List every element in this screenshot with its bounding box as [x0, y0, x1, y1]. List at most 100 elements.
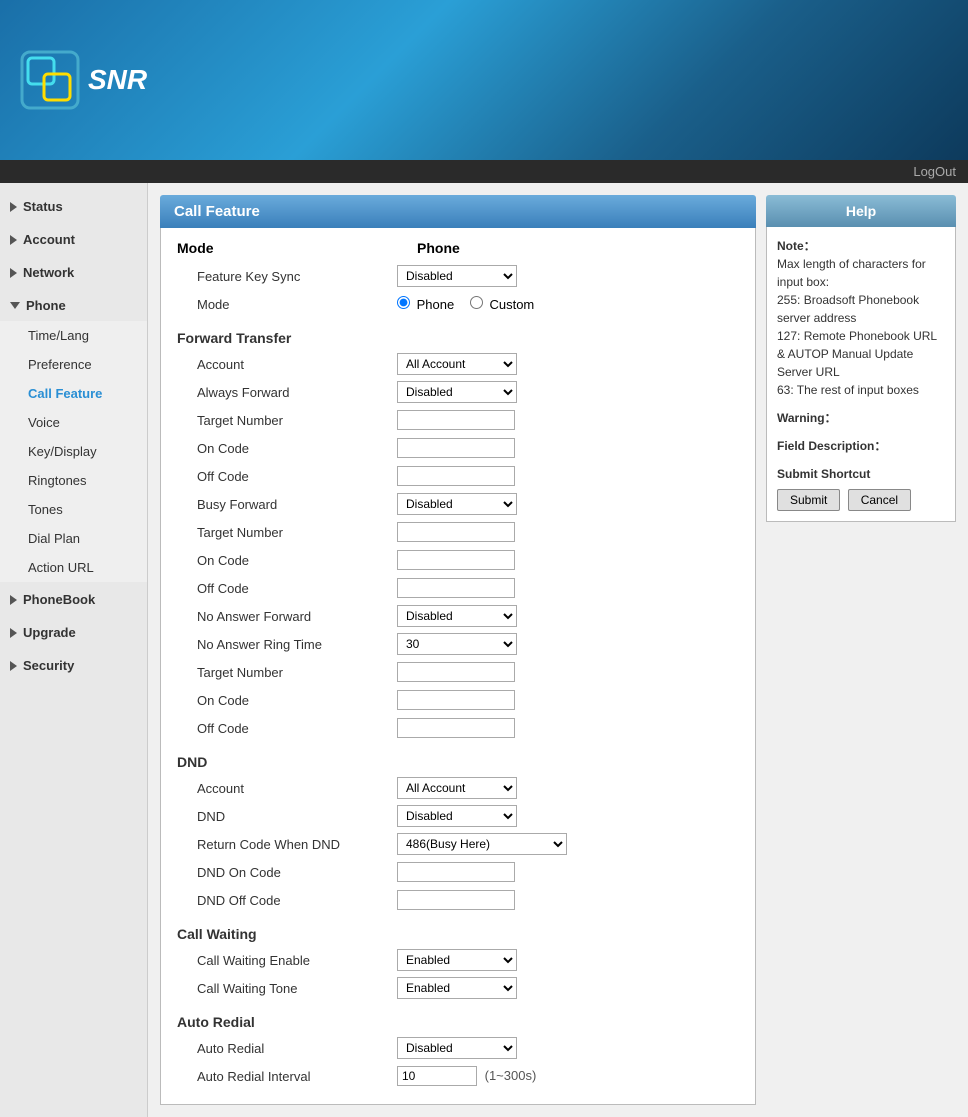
dnd-account-control: All Account Account 1 Account 2	[397, 777, 739, 799]
custom-radio[interactable]	[470, 296, 483, 309]
dnd-account-row: Account All Account Account 1 Account 2	[177, 776, 739, 800]
auto-redial-interval-hint: (1~300s)	[485, 1068, 537, 1083]
phone-radio-label[interactable]: Phone	[397, 297, 458, 312]
phone-radio[interactable]	[397, 296, 410, 309]
always-off-code-label: Off Code	[177, 469, 397, 484]
always-forward-select[interactable]: Disabled Enabled	[397, 381, 517, 403]
triangle-icon-phonebook	[10, 595, 17, 605]
forward-account-label: Account	[177, 357, 397, 372]
dnd-account-label: Account	[177, 781, 397, 796]
phone-column-label: Phone	[417, 240, 460, 256]
noanswer-target-label: Target Number	[177, 665, 397, 680]
always-target-control	[397, 410, 739, 430]
noanswer-target-row: Target Number	[177, 660, 739, 684]
busy-off-code-label: Off Code	[177, 581, 397, 596]
auto-redial-section-title: Auto Redial	[177, 1010, 739, 1030]
no-answer-ring-time-select[interactable]: 30 15 20 25 35	[397, 633, 517, 655]
always-target-input[interactable]	[397, 410, 515, 430]
no-answer-forward-select[interactable]: Disabled Enabled	[397, 605, 517, 627]
sidebar-label-status: Status	[23, 199, 63, 214]
busy-forward-select[interactable]: Disabled Enabled	[397, 493, 517, 515]
sidebar-item-security[interactable]: Security	[0, 650, 147, 681]
mode-label: Mode	[177, 240, 357, 256]
sidebar-child-ringtones[interactable]: Ringtones	[0, 466, 147, 495]
submit-button[interactable]: Submit	[777, 489, 840, 511]
dnd-account-select[interactable]: All Account Account 1 Account 2	[397, 777, 517, 799]
noanswer-target-input[interactable]	[397, 662, 515, 682]
call-waiting-section-title: Call Waiting	[177, 922, 739, 942]
busy-on-code-input[interactable]	[397, 550, 515, 570]
sidebar-item-phone[interactable]: Phone	[0, 290, 147, 321]
sidebar-label-phone: Phone	[26, 298, 66, 313]
custom-radio-label[interactable]: Custom	[470, 297, 534, 312]
sidebar-section-status: Status	[0, 191, 147, 222]
sidebar-child-tones[interactable]: Tones	[0, 495, 147, 524]
auto-redial-row: Auto Redial Disabled Enabled	[177, 1036, 739, 1060]
busy-target-input[interactable]	[397, 522, 515, 542]
main-panel: Call Feature Mode Phone Feature Key Sync…	[160, 195, 756, 1105]
sidebar-section-account: Account	[0, 224, 147, 255]
help-title: Help	[766, 195, 956, 227]
noanswer-off-code-input[interactable]	[397, 718, 515, 738]
sidebar-child-dial-plan[interactable]: Dial Plan	[0, 524, 147, 553]
triangle-icon-network	[10, 268, 17, 278]
sidebar-section-phone: Phone Time/Lang Preference Call Feature …	[0, 290, 147, 582]
always-off-code-control	[397, 466, 739, 486]
busy-on-code-row: On Code	[177, 548, 739, 572]
always-on-code-input[interactable]	[397, 438, 515, 458]
noanswer-on-code-input[interactable]	[397, 690, 515, 710]
sidebar-item-network[interactable]: Network	[0, 257, 147, 288]
always-off-code-input[interactable]	[397, 466, 515, 486]
sidebar-child-action-url[interactable]: Action URL	[0, 553, 147, 582]
feature-key-sync-select[interactable]: Disabled Enabled	[397, 265, 517, 287]
submit-shortcut-section: Submit Shortcut Submit Cancel	[777, 465, 945, 511]
always-forward-label: Always Forward	[177, 385, 397, 400]
top-header: SNR	[0, 0, 968, 160]
sidebar-label-phonebook: PhoneBook	[23, 592, 95, 607]
triangle-icon-upgrade	[10, 628, 17, 638]
auto-redial-select[interactable]: Disabled Enabled	[397, 1037, 517, 1059]
call-waiting-tone-select[interactable]: Enabled Disabled	[397, 977, 517, 999]
sidebar-child-call-feature[interactable]: Call Feature	[0, 379, 147, 408]
mode-radio-control: Phone Custom	[397, 296, 739, 312]
dnd-on-code-input[interactable]	[397, 862, 515, 882]
busy-forward-row: Busy Forward Disabled Enabled	[177, 492, 739, 516]
sidebar-label-security: Security	[23, 658, 74, 673]
sidebar-item-phonebook[interactable]: PhoneBook	[0, 584, 147, 615]
sidebar-item-account[interactable]: Account	[0, 224, 147, 255]
cancel-button[interactable]: Cancel	[848, 489, 911, 511]
content-area: Call Feature Mode Phone Feature Key Sync…	[148, 183, 968, 1117]
always-target-label: Target Number	[177, 413, 397, 428]
sidebar-label-upgrade: Upgrade	[23, 625, 76, 640]
forward-account-select[interactable]: All Account Account 1 Account 2	[397, 353, 517, 375]
auto-redial-interval-input[interactable]	[397, 1066, 477, 1086]
mode-header-row: Mode Phone	[177, 240, 739, 256]
busy-off-code-input[interactable]	[397, 578, 515, 598]
dnd-control: Disabled Enabled	[397, 805, 739, 827]
noanswer-off-code-label: Off Code	[177, 721, 397, 736]
logout-link[interactable]: LogOut	[913, 164, 956, 179]
dnd-off-code-input[interactable]	[397, 890, 515, 910]
noanswer-off-code-row: Off Code	[177, 716, 739, 740]
mode-radio-row: Mode Phone Custom	[177, 292, 739, 316]
sidebar-child-voice[interactable]: Voice	[0, 408, 147, 437]
feature-key-sync-label: Feature Key Sync	[177, 269, 397, 284]
submit-shortcut-title: Submit Shortcut	[777, 465, 945, 483]
noanswer-off-code-control	[397, 718, 739, 738]
sidebar-item-upgrade[interactable]: Upgrade	[0, 617, 147, 648]
busy-on-code-control	[397, 550, 739, 570]
auto-redial-interval-control: (1~300s)	[397, 1066, 739, 1086]
dnd-row: DND Disabled Enabled	[177, 804, 739, 828]
dnd-select[interactable]: Disabled Enabled	[397, 805, 517, 827]
no-answer-forward-control: Disabled Enabled	[397, 605, 739, 627]
no-answer-ring-time-control: 30 15 20 25 35	[397, 633, 739, 655]
always-forward-control: Disabled Enabled	[397, 381, 739, 403]
sidebar-child-key-display[interactable]: Key/Display	[0, 437, 147, 466]
busy-forward-control: Disabled Enabled	[397, 493, 739, 515]
sidebar-child-time-lang[interactable]: Time/Lang	[0, 321, 147, 350]
return-code-dnd-select[interactable]: 486(Busy Here) 480(Temporarily Not Avail…	[397, 833, 567, 855]
sidebar-item-status[interactable]: Status	[0, 191, 147, 222]
main-layout: Status Account Network Phone Time/Lang P…	[0, 183, 968, 1117]
no-answer-ring-time-label: No Answer Ring Time	[177, 637, 397, 652]
sidebar-child-preference[interactable]: Preference	[0, 350, 147, 379]
